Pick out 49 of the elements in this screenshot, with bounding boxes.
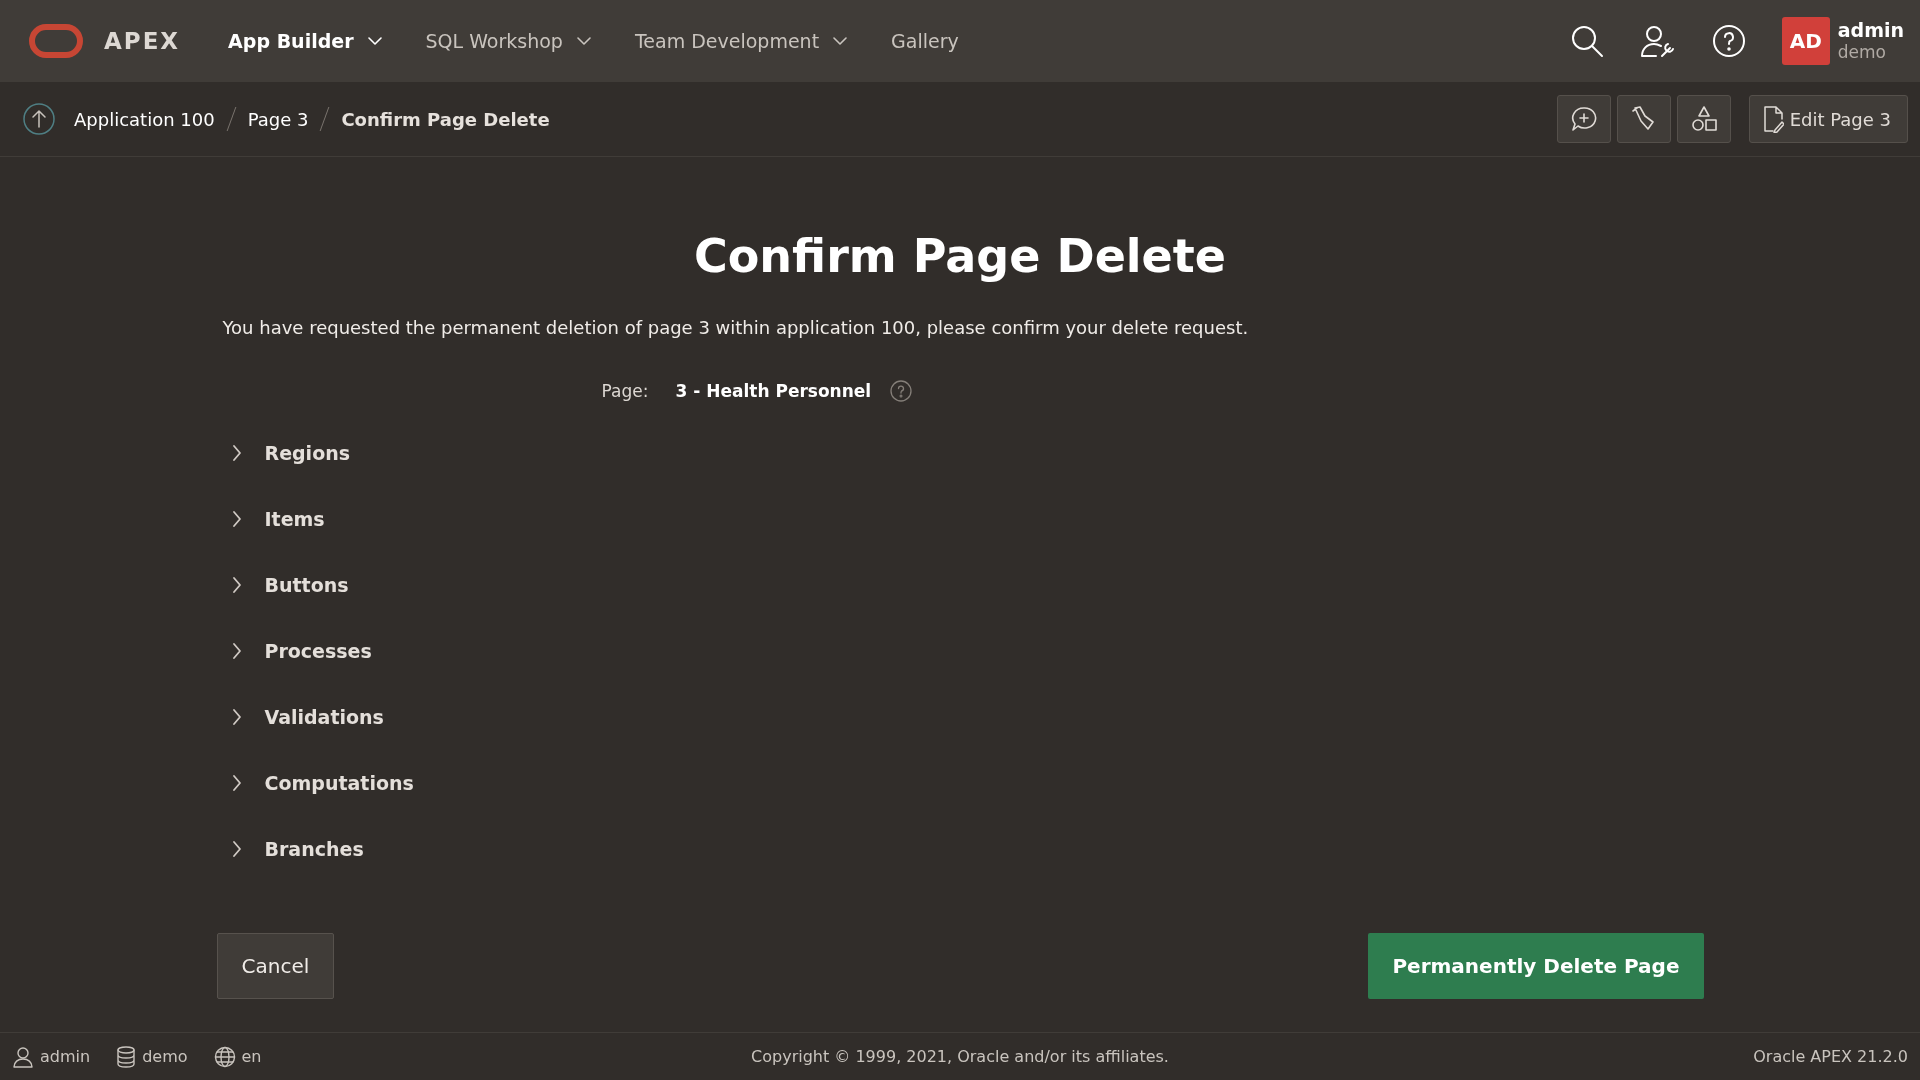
field-label: Page: <box>601 381 650 401</box>
copyright-text: Copyright © 1999, 2021, Oracle and/or its affiliates. <box>751 1047 1169 1066</box>
flashlight-button[interactable] <box>1616 95 1671 143</box>
collapsible-section-toggle[interactable]: Computations <box>230 765 414 801</box>
shapes-button[interactable] <box>1676 95 1731 143</box>
nav-menu-item[interactable]: SQL Workshop <box>425 30 591 52</box>
cancel-button[interactable]: Cancel <box>216 933 335 999</box>
nav-menu-item[interactable]: Gallery <box>891 30 959 52</box>
collapsible-section-toggle[interactable]: Regions <box>230 435 351 471</box>
breadcrumb-link[interactable]: Application 100 <box>74 108 215 130</box>
chevron-right-icon <box>230 774 243 792</box>
help-icon[interactable] <box>1711 24 1746 58</box>
chevron-right-icon <box>230 576 243 594</box>
user-wrench-icon[interactable] <box>1639 24 1676 58</box>
confirmation-message: You have requested the permanent deletion of page 3 within application 100, please confirm your delete request. <box>222 317 1250 338</box>
collapsible-section-toggle[interactable]: Buttons <box>230 567 349 603</box>
footer-language: en <box>241 1047 262 1066</box>
user-avatar[interactable]: AD <box>1781 17 1830 65</box>
delete-page-button[interactable]: Permanently Delete Page <box>1368 933 1704 999</box>
globe-icon <box>213 1045 236 1068</box>
chevron-right-icon <box>230 840 243 858</box>
user-name: admin <box>1837 19 1904 41</box>
footer-workspace: demo <box>142 1047 188 1066</box>
page-title: Confirm Page Delete <box>692 229 1227 283</box>
collapsible-section-toggle[interactable]: Branches <box>230 831 364 867</box>
user-icon <box>12 1045 34 1068</box>
collapsible-section-toggle[interactable]: Validations <box>230 699 384 735</box>
collapsible-section-toggle[interactable]: Processes <box>230 633 372 669</box>
logo-text[interactable]: APEX <box>104 28 181 54</box>
edit-page-button[interactable]: Edit Page 3 <box>1748 95 1908 143</box>
chevron-right-icon <box>230 642 243 660</box>
chevron-right-icon <box>230 510 243 528</box>
collapsible-section-toggle[interactable]: Items <box>230 501 325 537</box>
database-icon <box>116 1045 137 1068</box>
version-text: Oracle APEX 21.2.0 <box>1753 1047 1908 1066</box>
chevron-right-icon <box>230 444 243 462</box>
footer-user: admin <box>40 1047 91 1066</box>
search-icon[interactable] <box>1569 24 1604 58</box>
nav-menu-item[interactable]: Team Development <box>634 30 848 52</box>
feedback-button[interactable] <box>1556 95 1611 143</box>
breadcrumb-link[interactable]: Page 3 <box>247 108 309 130</box>
speech-bubble-plus-icon <box>1569 105 1598 133</box>
chevron-right-icon <box>230 708 243 726</box>
shapes-icon <box>1689 105 1718 133</box>
field-value: 3 - Health Personnel <box>675 381 872 401</box>
breadcrumb-current: Confirm Page Delete <box>341 108 550 130</box>
document-pencil-icon <box>1761 105 1784 133</box>
nav-menu-item[interactable]: App Builder <box>228 30 382 52</box>
workspace-name: demo <box>1837 41 1887 63</box>
